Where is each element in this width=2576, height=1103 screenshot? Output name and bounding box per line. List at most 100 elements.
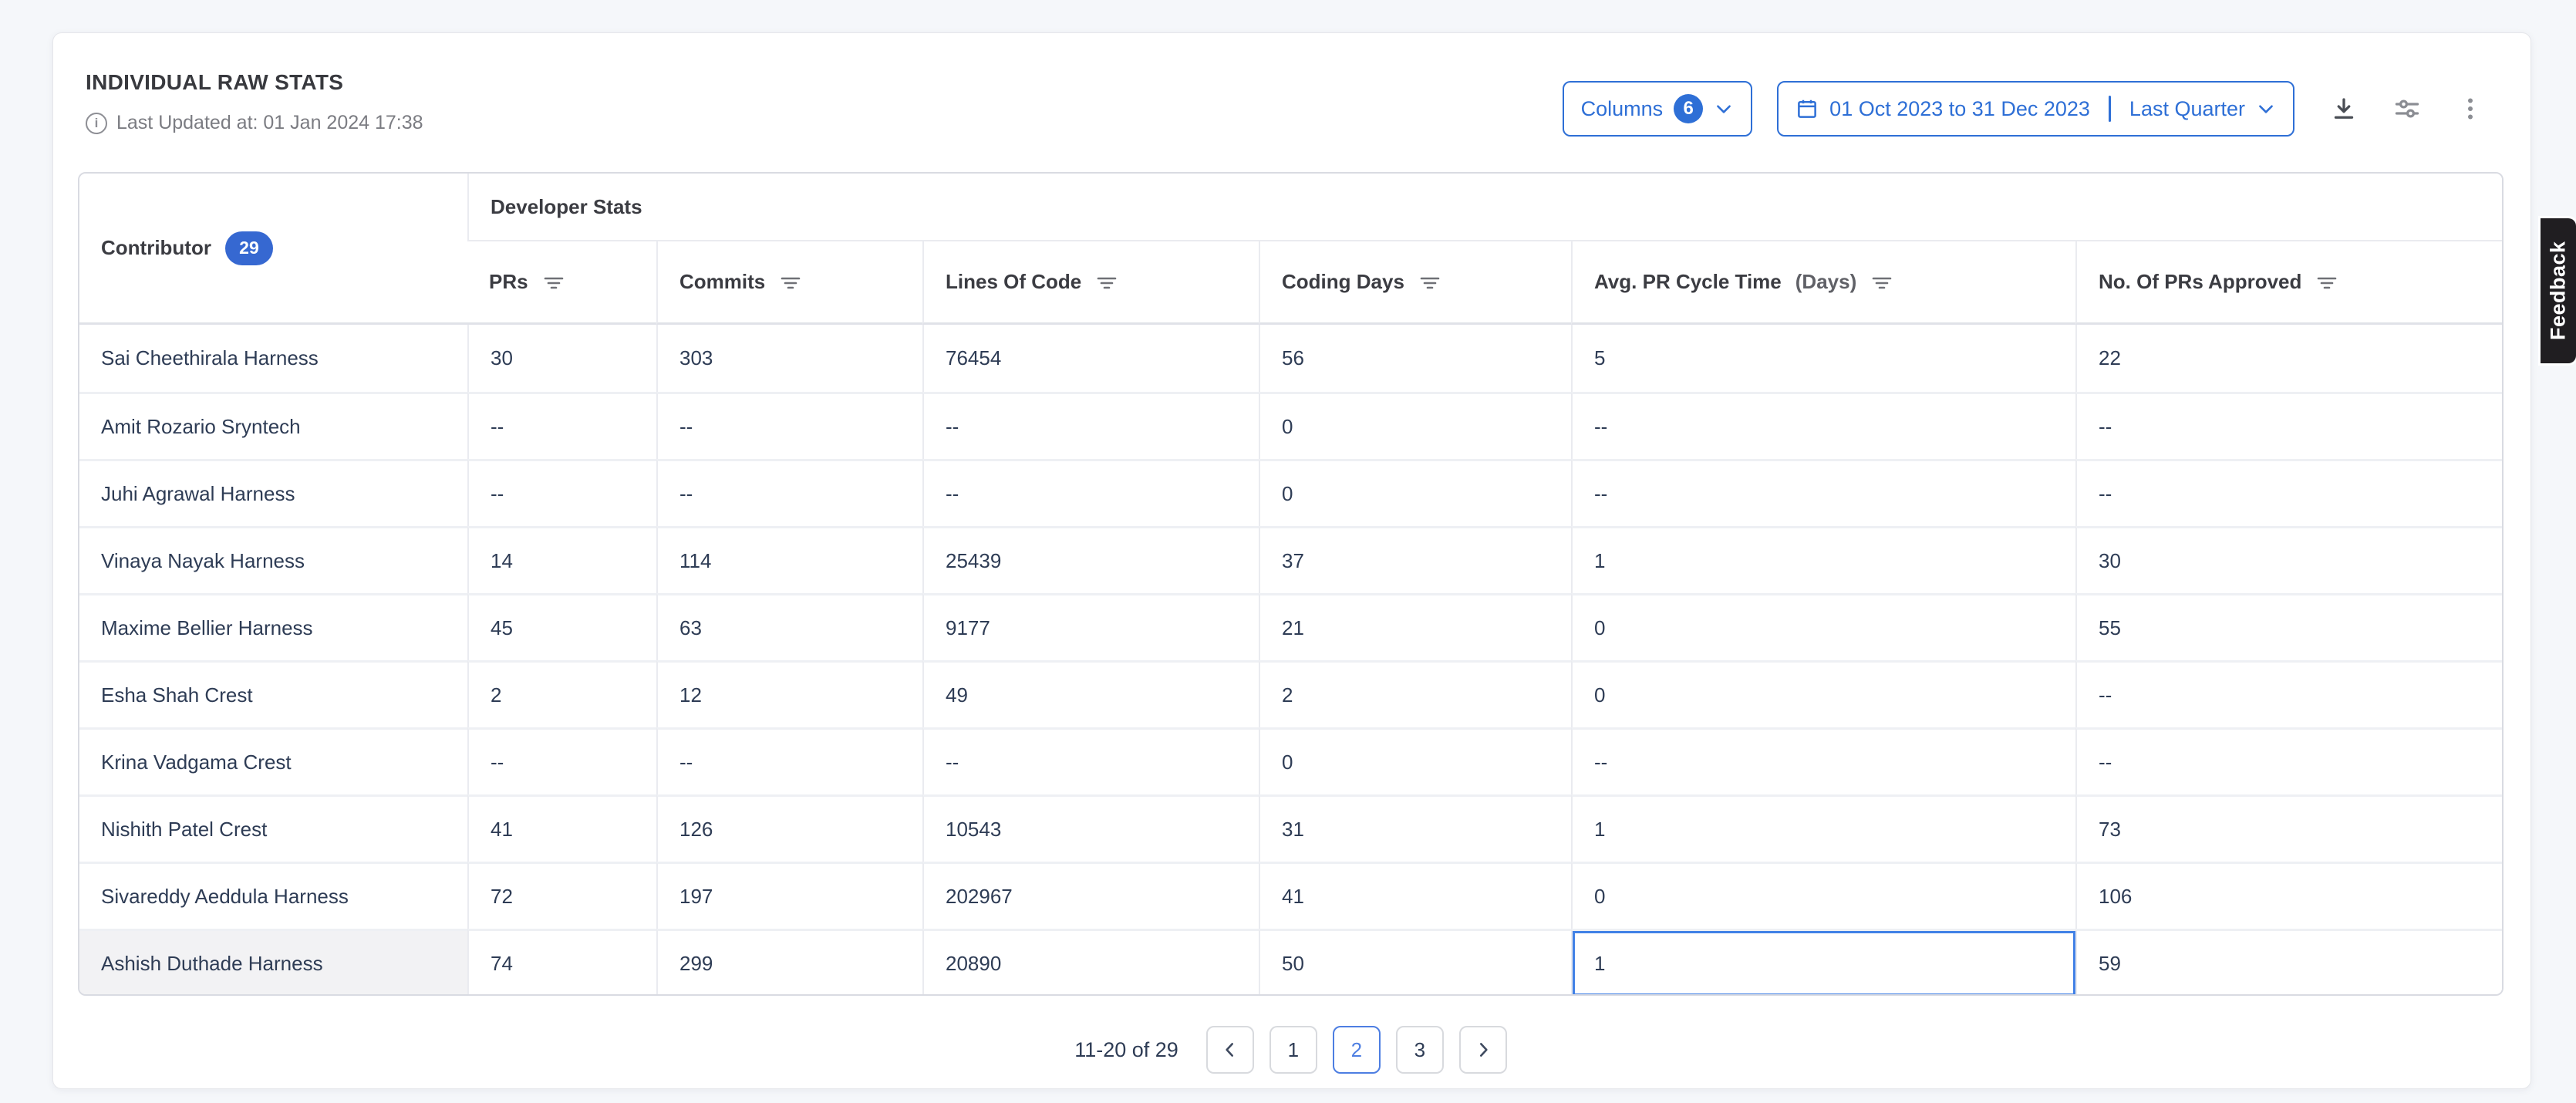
stat-cell[interactable]: 41 <box>1259 862 1571 929</box>
stat-cell[interactable]: -- <box>1571 459 2075 526</box>
filter-icon[interactable] <box>1418 272 1441 292</box>
filter-icon[interactable] <box>542 272 565 292</box>
stat-cell[interactable]: 10543 <box>922 794 1259 862</box>
stat-cell[interactable]: 73 <box>2075 794 2504 862</box>
stat-cell[interactable]: 50 <box>1259 929 1571 996</box>
contributor-name-cell[interactable]: Sivareddy Aeddula Harness <box>79 862 467 929</box>
stat-cell[interactable]: -- <box>467 392 656 459</box>
stat-cell[interactable]: 37 <box>1259 526 1571 593</box>
stat-cell[interactable]: 22 <box>2075 325 2504 392</box>
stat-cell[interactable]: 0 <box>1571 660 2075 727</box>
stat-cell[interactable]: 21 <box>1259 593 1571 660</box>
date-range-button[interactable]: 01 Oct 2023 to 31 Dec 2023 Last Quarter <box>1777 81 2294 137</box>
stat-cell[interactable]: 59 <box>2075 929 2504 996</box>
stat-cell[interactable]: 30 <box>467 325 656 392</box>
stat-cell[interactable]: 49 <box>922 660 1259 727</box>
filter-icon[interactable] <box>2315 272 2338 292</box>
stat-cell[interactable]: 2 <box>467 660 656 727</box>
download-icon[interactable] <box>2330 95 2358 123</box>
previous-page-button[interactable] <box>1206 1026 1254 1074</box>
column-label: Lines Of Code <box>946 270 1081 294</box>
stat-cell[interactable]: -- <box>1571 727 2075 794</box>
stat-cell[interactable]: 25439 <box>922 526 1259 593</box>
column-header-no-of-prs-approved[interactable]: No. Of PRs Approved <box>2075 241 2504 325</box>
stat-cell[interactable]: 0 <box>1571 593 2075 660</box>
stat-cell[interactable]: -- <box>656 727 922 794</box>
filter-icon[interactable] <box>1870 272 1893 292</box>
stat-cell[interactable]: 2 <box>1259 660 1571 727</box>
stat-cell[interactable]: 0 <box>1259 392 1571 459</box>
stat-cell[interactable]: -- <box>2075 660 2504 727</box>
stat-cell[interactable]: 303 <box>656 325 922 392</box>
stat-cell[interactable]: 114 <box>656 526 922 593</box>
stat-cell[interactable]: 55 <box>2075 593 2504 660</box>
stat-cell[interactable]: 20890 <box>922 929 1259 996</box>
stat-cell[interactable]: 31 <box>1259 794 1571 862</box>
page-button-2[interactable]: 2 <box>1333 1026 1381 1074</box>
stat-cell[interactable]: 9177 <box>922 593 1259 660</box>
contributor-name-cell[interactable]: Nishith Patel Crest <box>79 794 467 862</box>
stat-cell[interactable]: 45 <box>467 593 656 660</box>
stat-cell[interactable]: -- <box>922 392 1259 459</box>
stat-cell[interactable]: 56 <box>1259 325 1571 392</box>
column-label: No. Of PRs Approved <box>2099 270 2301 294</box>
contributor-name-cell[interactable]: Juhi Agrawal Harness <box>79 459 467 526</box>
stat-cell[interactable]: 72 <box>467 862 656 929</box>
contributor-name-cell[interactable]: Krina Vadgama Crest <box>79 727 467 794</box>
contributor-name-cell[interactable]: Maxime Bellier Harness <box>79 593 467 660</box>
stat-cell[interactable]: -- <box>922 459 1259 526</box>
stat-cell[interactable]: -- <box>1571 392 2075 459</box>
contributor-name-cell[interactable]: Esha Shah Crest <box>79 660 467 727</box>
stat-cell[interactable]: 197 <box>656 862 922 929</box>
stat-cell[interactable]: 63 <box>656 593 922 660</box>
stat-cell[interactable]: 106 <box>2075 862 2504 929</box>
kebab-menu-icon[interactable] <box>2456 95 2484 123</box>
stat-cell[interactable]: -- <box>922 727 1259 794</box>
stat-cell[interactable]: 74 <box>467 929 656 996</box>
columns-dropdown-button[interactable]: Columns 6 <box>1563 81 1753 137</box>
column-header-prs[interactable]: PRs <box>467 241 656 325</box>
column-header-lines-of-code[interactable]: Lines Of Code <box>922 241 1259 325</box>
stat-cell[interactable]: 12 <box>656 660 922 727</box>
stat-cell[interactable]: 14 <box>467 526 656 593</box>
stat-cell[interactable]: 0 <box>1259 459 1571 526</box>
stat-cell[interactable]: -- <box>2075 459 2504 526</box>
table-row: Krina Vadgama Crest------0---- <box>79 727 2504 794</box>
stat-cell[interactable]: 0 <box>1571 862 2075 929</box>
stat-cell[interactable]: -- <box>656 459 922 526</box>
stat-cell[interactable]: 1 <box>1571 526 2075 593</box>
chevron-down-icon <box>1714 99 1734 119</box>
stat-cell[interactable]: -- <box>2075 392 2504 459</box>
stat-cell[interactable]: -- <box>467 727 656 794</box>
stat-cell[interactable]: 202967 <box>922 862 1259 929</box>
stat-cell[interactable]: -- <box>656 392 922 459</box>
contributor-name-cell[interactable]: Vinaya Nayak Harness <box>79 526 467 593</box>
stat-cell[interactable]: 1 <box>1571 929 2075 996</box>
stat-cell[interactable]: 5 <box>1571 325 2075 392</box>
column-header-avg-pr-cycle-time[interactable]: Avg. PR Cycle Time(Days) <box>1571 241 2075 325</box>
filter-icon[interactable] <box>779 272 802 292</box>
stat-cell[interactable]: 41 <box>467 794 656 862</box>
page-button-1[interactable]: 1 <box>1269 1026 1317 1074</box>
next-page-button[interactable] <box>1459 1026 1507 1074</box>
contributor-name-cell[interactable]: Ashish Duthade Harness <box>79 929 467 996</box>
stat-cell[interactable]: 299 <box>656 929 922 996</box>
column-header-commits[interactable]: Commits <box>656 241 922 325</box>
pagination-range-text: 11-20 of 29 <box>1074 1038 1178 1062</box>
stat-cell[interactable]: -- <box>467 459 656 526</box>
feedback-tab[interactable]: Feedback <box>2541 218 2576 363</box>
page-button-3[interactable]: 3 <box>1396 1026 1444 1074</box>
contributor-column-header[interactable]: Contributor 29 <box>79 174 467 325</box>
settings-sliders-icon[interactable] <box>2393 95 2421 123</box>
stats-table-container: Contributor 29 Developer Stats PRsCommit… <box>78 172 2504 996</box>
stat-cell[interactable]: 76454 <box>922 325 1259 392</box>
stat-cell[interactable]: -- <box>2075 727 2504 794</box>
contributor-name-cell[interactable]: Amit Rozario Sryntech <box>79 392 467 459</box>
stat-cell[interactable]: 0 <box>1259 727 1571 794</box>
contributor-name-cell[interactable]: Sai Cheethirala Harness <box>79 325 467 392</box>
stat-cell[interactable]: 1 <box>1571 794 2075 862</box>
filter-icon[interactable] <box>1095 272 1118 292</box>
stat-cell[interactable]: 30 <box>2075 526 2504 593</box>
column-header-coding-days[interactable]: Coding Days <box>1259 241 1571 325</box>
stat-cell[interactable]: 126 <box>656 794 922 862</box>
